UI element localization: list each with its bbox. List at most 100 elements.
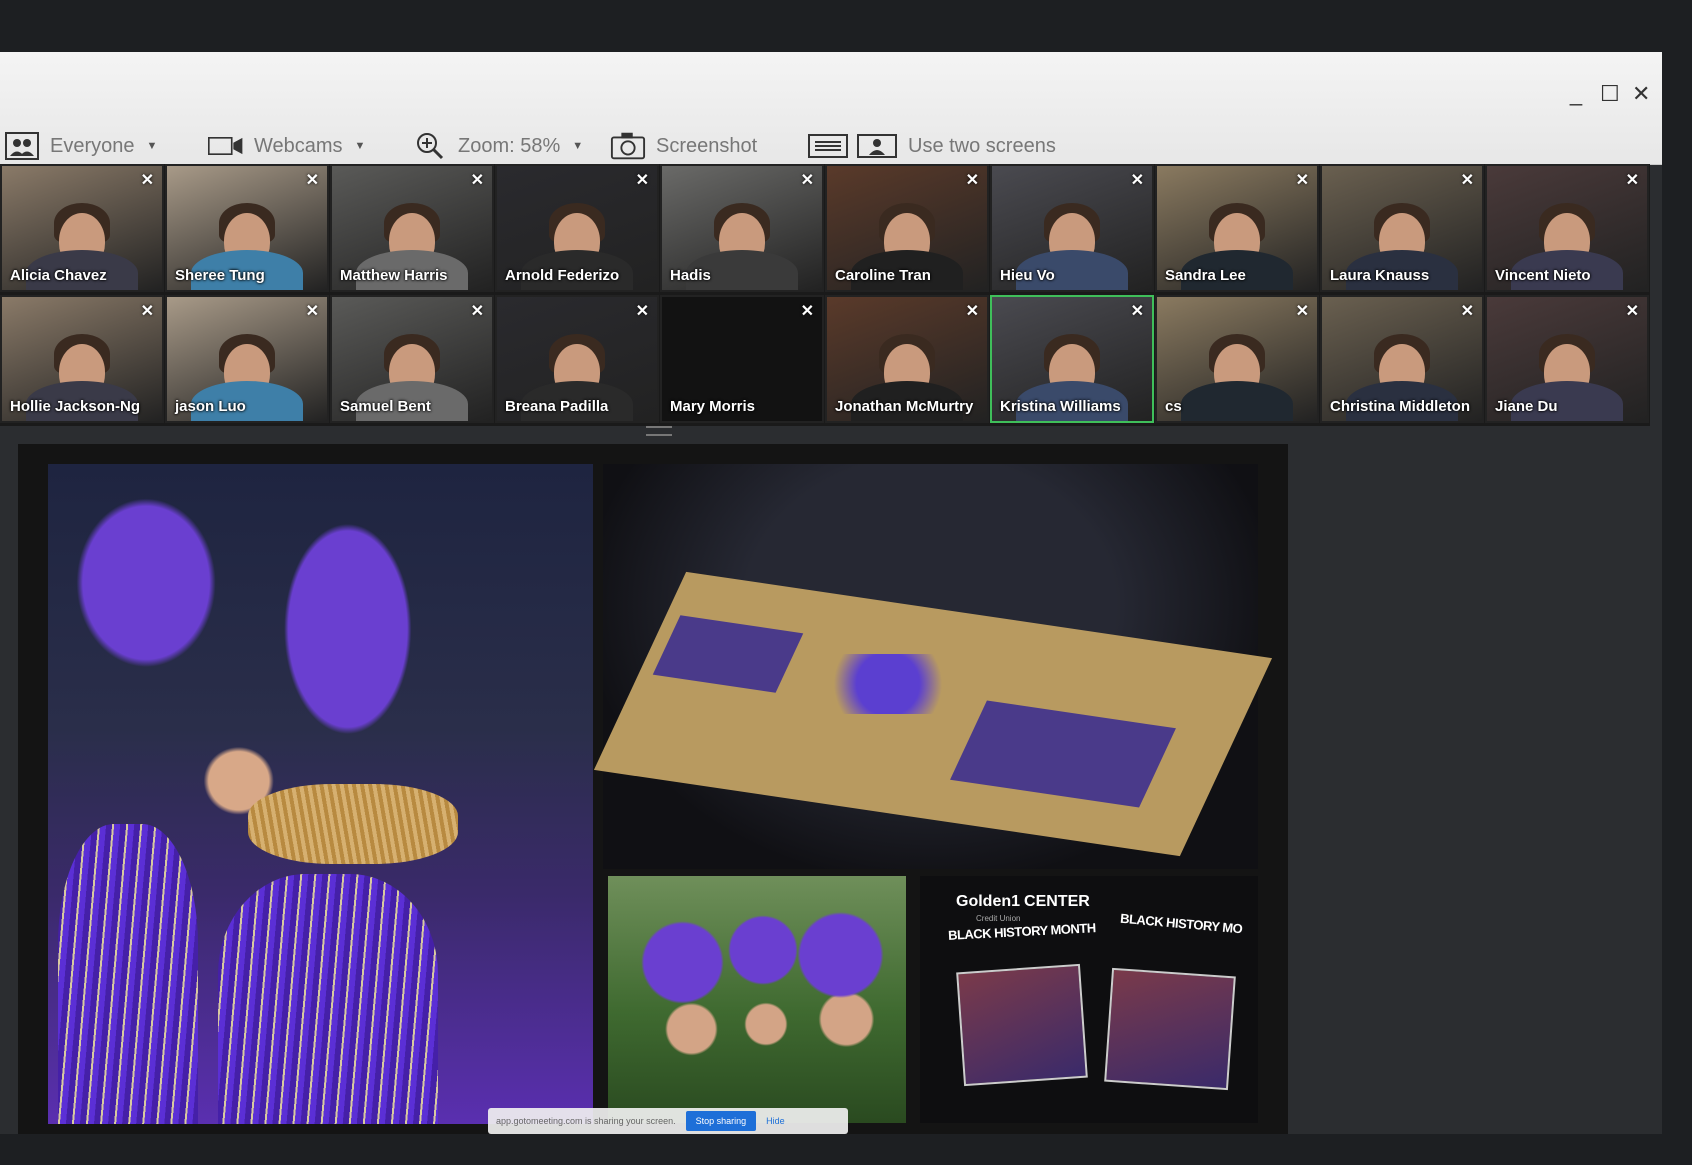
participant-tile[interactable]: Hollie Jackson-Ng ✕ — [0, 295, 164, 423]
chevron-down-icon: ▼ — [354, 140, 366, 152]
close-icon[interactable]: ✕ — [1296, 170, 1309, 190]
share-message: app.gotomeeting.com is sharing your scre… — [496, 1116, 676, 1126]
close-icon[interactable]: ✕ — [471, 301, 484, 321]
hide-notification-link[interactable]: Hide — [766, 1116, 785, 1126]
screen-share-notification: app.gotomeeting.com is sharing your scre… — [488, 1108, 848, 1134]
chevron-down-icon: ▼ — [146, 140, 158, 152]
camera-icon — [610, 132, 646, 160]
participant-name: Matthew Harris — [340, 267, 448, 284]
participant-tile[interactable]: Laura Knauss ✕ — [1320, 164, 1484, 292]
minimize-button[interactable]: _ — [1568, 83, 1584, 105]
participant-name: cs — [1165, 398, 1182, 415]
maximize-button[interactable]: ☐ — [1600, 83, 1620, 105]
close-icon[interactable]: ✕ — [1626, 170, 1639, 190]
webcams-dropdown[interactable]: Webcams ▼ — [208, 130, 365, 162]
close-icon[interactable]: ✕ — [1461, 170, 1474, 190]
close-icon[interactable]: ✕ — [306, 301, 319, 321]
two-screens-label: Use two screens — [908, 134, 1056, 157]
close-icon[interactable]: ✕ — [471, 170, 484, 190]
participant-name: Sandra Lee — [1165, 267, 1246, 284]
close-icon[interactable]: ✕ — [1131, 301, 1144, 321]
dancer-closeup-photo — [48, 464, 593, 1124]
zoom-label: Zoom: 58% — [458, 134, 561, 157]
participant-name: Hadis — [670, 267, 711, 284]
meeting-toolbar: _ ☐ ✕ Everyone ▼ Webcams ▼ Zoom: 58% ▼ S… — [0, 52, 1662, 165]
participant-tile[interactable]: Matthew Harris ✕ — [330, 164, 494, 292]
participant-shoulders — [1181, 381, 1293, 421]
promo-graphic: Golden1 CENTER Credit Union BLACK HISTORY… — [920, 876, 1258, 1123]
promo-card-right — [1104, 967, 1236, 1091]
promo-subtitle: Credit Union — [976, 914, 1021, 923]
close-icon[interactable]: ✕ — [141, 301, 154, 321]
use-two-screens-button[interactable]: Use two screens — [808, 130, 1056, 162]
dancer-group-photo — [608, 876, 906, 1123]
participant-name: Kristina Williams — [1000, 398, 1121, 415]
participant-name: Caroline Tran — [835, 267, 931, 284]
chevron-down-icon: ▼ — [572, 140, 584, 152]
close-icon[interactable]: ✕ — [1131, 170, 1144, 190]
shared-screen: Golden1 CENTER Credit Union BLACK HISTORY… — [18, 444, 1288, 1134]
screenshot-label: Screenshot — [656, 134, 758, 157]
participant-tile[interactable]: Sheree Tung ✕ — [165, 164, 329, 292]
close-icon[interactable]: ✕ — [1461, 301, 1474, 321]
participant-tile[interactable]: cs ✕ — [1155, 295, 1319, 423]
people-icon — [4, 132, 40, 160]
arena-logo: Golden1 CENTER — [956, 893, 1090, 910]
arena-court-photo — [593, 464, 1273, 869]
participant-name: Arnold Federizo — [505, 267, 620, 284]
close-icon[interactable]: ✕ — [966, 170, 979, 190]
close-icon[interactable]: ✕ — [636, 170, 649, 190]
promo-title-right: BLACK HISTORY MO — [1119, 910, 1243, 937]
participant-tile[interactable]: Hadis ✕ — [660, 164, 824, 292]
promo-title-left: BLACK HISTORY MONTH — [947, 920, 1097, 943]
participant-name: Sheree Tung — [175, 267, 265, 284]
audience-label: Everyone — [50, 134, 135, 157]
resize-handle[interactable] — [646, 426, 672, 436]
close-icon[interactable]: ✕ — [636, 301, 649, 321]
participant-tile[interactable]: jason Luo ✕ — [165, 295, 329, 423]
participant-grid: Alicia Chavez ✕ Sheree Tung ✕ Matthew Harris… — [0, 164, 1649, 423]
participant-strip: Alicia Chavez ✕ Sheree Tung ✕ Matthew Harris… — [0, 164, 1650, 436]
zoom-dropdown[interactable]: Zoom: 58% ▼ — [412, 130, 583, 162]
participant-tile[interactable]: Vincent Nieto ✕ — [1485, 164, 1649, 292]
participant-tile[interactable]: Sandra Lee ✕ — [1155, 164, 1319, 292]
participant-name: jason Luo — [175, 398, 246, 415]
participant-tile[interactable]: Breana Padilla ✕ — [495, 295, 659, 423]
participant-tile[interactable]: Jonathan McMurtry ✕ — [825, 295, 989, 423]
screenshot-button[interactable]: Screenshot — [610, 130, 757, 162]
stop-sharing-button[interactable]: Stop sharing — [685, 1111, 757, 1131]
close-icon[interactable]: ✕ — [141, 170, 154, 190]
close-icon[interactable]: ✕ — [1626, 301, 1639, 321]
participant-tile[interactable]: Samuel Bent ✕ — [330, 295, 494, 423]
promo-card-left — [956, 963, 1088, 1087]
zoom-in-icon — [412, 132, 448, 160]
participant-name: Mary Morris — [670, 398, 756, 415]
webcam-icon — [208, 132, 244, 160]
close-icon[interactable]: ✕ — [966, 301, 979, 321]
participant-name: Laura Knauss — [1330, 267, 1430, 284]
close-icon[interactable]: ✕ — [801, 301, 814, 321]
participant-name: Christina Middleton — [1330, 398, 1470, 415]
participant-name: Hollie Jackson-Ng — [10, 398, 141, 415]
close-icon[interactable]: ✕ — [801, 170, 814, 190]
close-window-button[interactable]: ✕ — [1632, 83, 1650, 105]
window-controls: _ ☐ ✕ — [1568, 83, 1651, 105]
audience-dropdown[interactable]: Everyone ▼ — [4, 130, 157, 162]
participant-tile[interactable]: Arnold Federizo ✕ — [495, 164, 659, 292]
participant-tile[interactable]: Christina Middleton ✕ — [1320, 295, 1484, 423]
close-icon[interactable]: ✕ — [1296, 301, 1309, 321]
participant-name: Jiane Du — [1495, 398, 1558, 415]
close-icon[interactable]: ✕ — [306, 170, 319, 190]
participant-name: Alicia Chavez — [10, 267, 107, 284]
desktop-screen: _ ☐ ✕ Everyone ▼ Webcams ▼ Zoom: 58% ▼ S… — [0, 52, 1662, 1134]
participant-tile[interactable]: Alicia Chavez ✕ — [0, 164, 164, 292]
participant-name: Samuel Bent — [340, 398, 431, 415]
participant-name: Jonathan McMurtry — [835, 398, 974, 415]
participant-tile[interactable]: Kristina Williams ✕ — [990, 295, 1154, 423]
participant-tile[interactable]: Mary Morris ✕ — [660, 295, 824, 423]
webcams-label: Webcams — [254, 134, 343, 157]
participant-name: Hieu Vo — [1000, 267, 1055, 284]
participant-tile[interactable]: Hieu Vo ✕ — [990, 164, 1154, 292]
participant-tile[interactable]: Caroline Tran ✕ — [825, 164, 989, 292]
participant-tile[interactable]: Jiane Du ✕ — [1485, 295, 1649, 423]
